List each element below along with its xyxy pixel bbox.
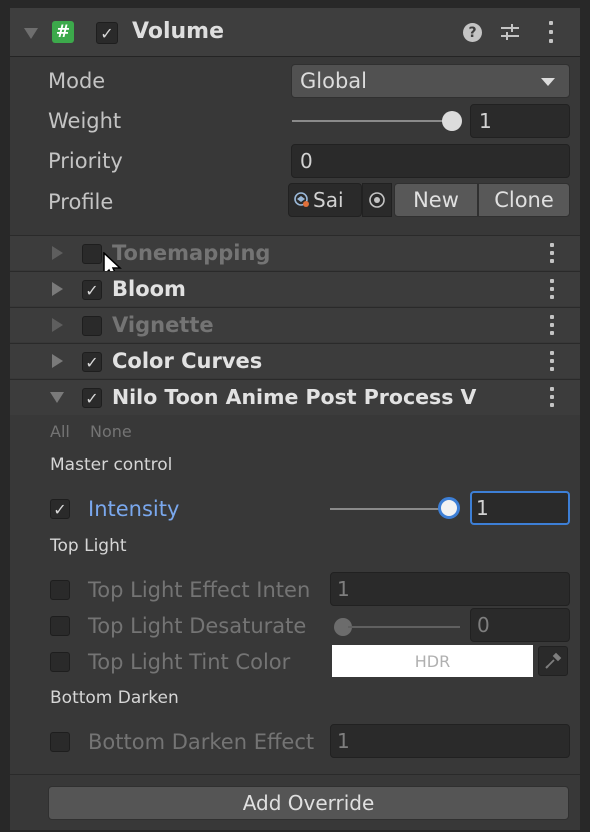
override-menu-icon[interactable]	[550, 315, 554, 337]
collapse-arrow-icon[interactable]	[24, 28, 38, 39]
override-menu-icon[interactable]	[550, 243, 554, 265]
top-light-desaturate-label: Top Light Desaturate	[88, 614, 307, 638]
override-enabled-checkbox[interactable]: ✓	[82, 280, 102, 300]
component-menu-icon[interactable]	[549, 21, 553, 43]
top-light-tint-checkbox[interactable]	[50, 652, 70, 672]
profile-label: Profile	[48, 190, 114, 214]
eyedropper-icon[interactable]	[538, 646, 568, 676]
intensity-label: Intensity	[88, 497, 180, 521]
footer-divider	[10, 774, 580, 775]
weight-slider-handle[interactable]	[442, 111, 462, 131]
presets-icon[interactable]	[499, 21, 521, 43]
top-light-desaturate-checkbox[interactable]	[50, 616, 70, 636]
component-enabled-checkbox[interactable]: ✓	[96, 22, 118, 44]
component-title: Volume	[132, 19, 224, 44]
override-enabled-checkbox[interactable]	[82, 244, 102, 264]
add-override-button[interactable]: Add Override	[48, 786, 569, 820]
expand-arrow-icon[interactable]	[52, 318, 63, 332]
bottom-darken-checkbox[interactable]	[50, 732, 70, 752]
dropdown-arrow-icon	[541, 78, 555, 86]
override-name: Nilo Toon Anime Post Process V	[112, 385, 477, 409]
mode-value: Global	[300, 69, 367, 93]
top-light-effect-label: Top Light Effect Inten	[88, 578, 311, 602]
override-row-vignette[interactable]: Vignette	[10, 307, 580, 342]
check-icon: ✓	[85, 352, 99, 372]
weight-input[interactable]: 1	[470, 104, 570, 138]
priority-input[interactable]: 0	[291, 144, 570, 178]
top-light-desaturate-slider-track[interactable]	[348, 626, 460, 628]
expand-arrow-icon[interactable]	[52, 282, 63, 296]
override-row-color-curves[interactable]: ✓ Color Curves	[10, 343, 580, 378]
override-menu-icon[interactable]	[550, 387, 554, 409]
check-icon: ✓	[85, 280, 99, 300]
section-top-light: Top Light	[50, 536, 127, 556]
section-master-control: Master control	[50, 455, 173, 475]
component-header[interactable]: # ✓ Volume ?	[10, 8, 580, 57]
check-icon: ✓	[85, 388, 99, 408]
object-picker-icon[interactable]	[362, 183, 392, 217]
override-name: Bloom	[112, 277, 186, 301]
profile-object-field[interactable]: Sai	[288, 183, 362, 217]
override-menu-icon[interactable]	[550, 351, 554, 373]
override-name: Vignette	[112, 313, 214, 337]
override-enabled-checkbox[interactable]: ✓	[82, 352, 102, 372]
bottom-darken-label: Bottom Darken Effect	[88, 730, 315, 754]
weight-label: Weight	[48, 109, 122, 133]
override-row-bloom[interactable]: ✓ Bloom	[10, 271, 580, 306]
help-icon[interactable]: ?	[463, 23, 482, 42]
top-light-tint-color-swatch[interactable]: HDR	[332, 645, 533, 677]
bottom-darken-input[interactable]: 1	[330, 724, 570, 758]
override-row-nilo-toon[interactable]: ✓ Nilo Toon Anime Post Process V	[10, 379, 580, 415]
intensity-slider-track[interactable]	[330, 508, 450, 510]
override-enabled-checkbox[interactable]: ✓	[82, 388, 102, 408]
intensity-slider-handle[interactable]	[438, 497, 460, 519]
volume-inspector-panel: # ✓ Volume ? Mode Global Weight 1 Priori…	[10, 8, 580, 830]
top-light-tint-label: Top Light Tint Color	[88, 650, 291, 674]
script-icon: #	[52, 21, 74, 43]
mode-label: Mode	[48, 69, 106, 93]
top-light-effect-input[interactable]: 1	[330, 572, 570, 606]
select-none-link[interactable]: None	[90, 422, 132, 441]
check-icon: ✓	[53, 499, 67, 519]
clone-profile-button[interactable]: Clone	[478, 183, 570, 217]
mode-dropdown[interactable]: Global	[291, 64, 570, 98]
override-name: Tonemapping	[112, 241, 271, 265]
weight-slider-track[interactable]	[292, 120, 454, 122]
hdr-label: HDR	[414, 651, 451, 671]
override-row-tonemapping[interactable]: Tonemapping	[10, 235, 580, 281]
collapse-arrow-icon[interactable]	[50, 392, 64, 403]
intensity-input[interactable]: 1	[470, 491, 570, 525]
override-menu-icon[interactable]	[550, 279, 554, 301]
new-profile-button[interactable]: New	[394, 183, 478, 217]
expand-arrow-icon[interactable]	[52, 354, 63, 368]
top-light-desaturate-input[interactable]: 0	[470, 608, 570, 642]
top-light-effect-checkbox[interactable]	[50, 580, 70, 600]
override-name: Color Curves	[112, 349, 263, 373]
check-icon: ✓	[100, 23, 114, 43]
intensity-override-checkbox[interactable]: ✓	[50, 499, 70, 519]
section-bottom-darken: Bottom Darken	[50, 688, 179, 708]
expand-arrow-icon[interactable]	[52, 246, 63, 260]
profile-asset-icon	[294, 192, 309, 207]
priority-label: Priority	[48, 149, 123, 173]
override-enabled-checkbox[interactable]	[82, 316, 102, 336]
select-all-link[interactable]: All	[50, 422, 70, 441]
